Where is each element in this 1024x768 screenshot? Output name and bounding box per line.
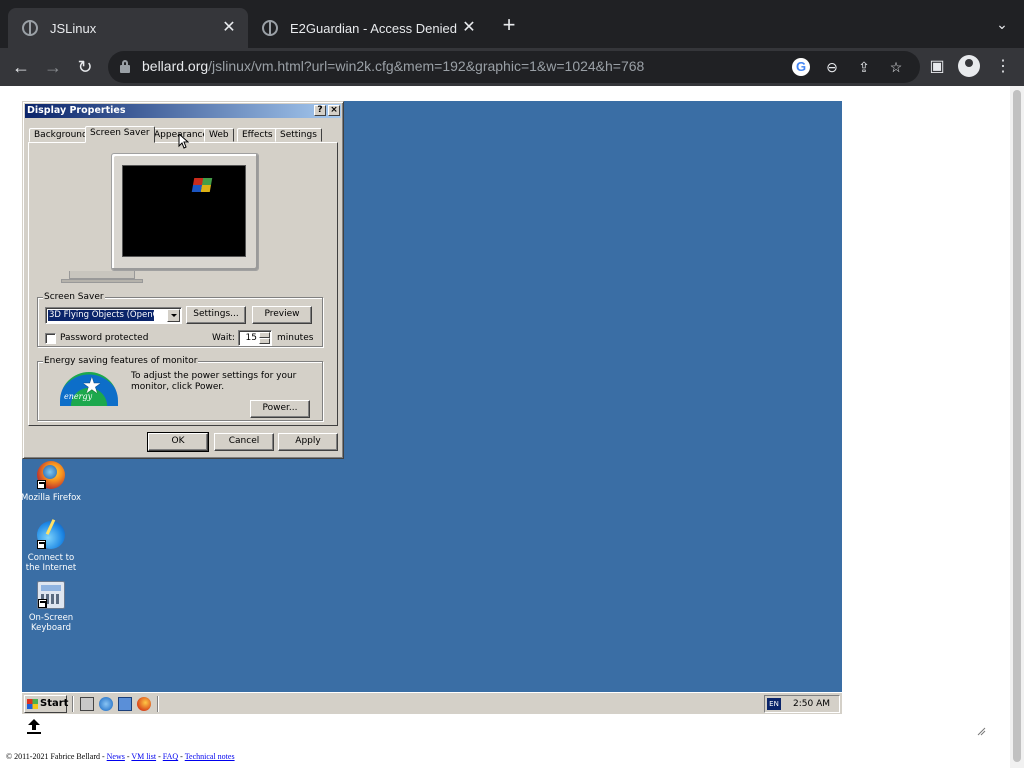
energy-description: To adjust the power settings for your mo…: [131, 371, 297, 392]
reload-button[interactable]: ↻: [72, 54, 98, 80]
internet-explorer-icon[interactable]: [99, 697, 113, 711]
keyboard-icon: [37, 581, 65, 609]
tab-title: JSLinux: [50, 20, 97, 36]
share-icon[interactable]: ⇪: [854, 57, 874, 77]
tab-e2guardian[interactable]: E2Guardian - Access Denied ✕: [248, 8, 488, 48]
kebab-menu-icon[interactable]: ⋮: [990, 54, 1016, 80]
tab-search-chevron-down-icon[interactable]: ⌄: [992, 14, 1012, 34]
tab-strip: JSLinux ✕ E2Guardian - Access Denied ✕ +…: [0, 0, 1024, 48]
taskbar-separator: [72, 696, 74, 712]
dropdown-arrow-icon[interactable]: [167, 309, 180, 322]
faq-link[interactable]: FAQ: [163, 752, 178, 761]
desktop-icon-connect[interactable]: Connect to the Internet: [22, 521, 82, 573]
forward-button[interactable]: →: [40, 54, 66, 80]
wait-unit: minutes: [277, 333, 314, 343]
back-button[interactable]: ←: [8, 54, 34, 80]
close-tab-icon[interactable]: ✕: [220, 19, 238, 37]
vm-screen[interactable]: Mozilla Firefox Connect to the Internet …: [22, 101, 842, 714]
selected-screen-saver: 3D Flying Objects (OpenGL): [47, 309, 155, 322]
start-button[interactable]: Start: [24, 695, 69, 713]
close-tab-icon[interactable]: ✕: [460, 19, 478, 37]
wait-spinner[interactable]: 15: [238, 330, 272, 346]
help-button[interactable]: ?: [314, 105, 326, 116]
clock[interactable]: 2:50 AM: [793, 696, 830, 712]
energy-group: Energy saving features of monitor ★ ener…: [37, 355, 323, 421]
page-footer: © 2011-2021 Fabrice Bellard - News - VM …: [6, 752, 235, 761]
system-tray: EN 2:50 AM: [764, 695, 840, 713]
globe-icon: [262, 20, 278, 36]
outlook-express-icon[interactable]: [118, 697, 132, 711]
desktop-icon-osk[interactable]: On-Screen Keyboard: [22, 581, 82, 633]
monitor-preview: [111, 153, 259, 271]
group-label: Screen Saver: [43, 291, 105, 303]
screen-saver-panel: Screen Saver 3D Flying Objects (OpenGL) …: [28, 142, 338, 426]
group-label: Energy saving features of monitor: [43, 355, 199, 367]
wait-value: 15: [245, 333, 257, 343]
desktop-icon-label: Mozilla Firefox: [22, 493, 82, 503]
spin-down-icon[interactable]: [259, 338, 270, 344]
power-button[interactable]: Power...: [250, 400, 310, 418]
windows-logo-icon: [27, 699, 38, 709]
close-button[interactable]: ×: [328, 105, 340, 116]
scrollbar-thumb[interactable]: [1013, 90, 1021, 762]
taskbar: Start EN 2:50 AM: [22, 692, 842, 714]
start-label: Start: [40, 698, 69, 709]
bookmark-star-icon[interactable]: ☆: [886, 57, 906, 77]
desktop-icon-label: On-Screen Keyboard: [28, 613, 74, 633]
firefox-icon: [37, 461, 65, 489]
address-bar[interactable]: bellard.org/jslinux/vm.html?url=win2k.cf…: [108, 51, 920, 83]
language-indicator[interactable]: EN: [767, 698, 781, 710]
monitor-stand: [69, 271, 135, 279]
windows-logo-icon: [191, 178, 213, 192]
vm-list-link[interactable]: VM list: [131, 752, 156, 761]
resize-grip-icon[interactable]: [976, 726, 986, 736]
lock-icon[interactable]: [120, 60, 130, 73]
monitor-foot: [61, 279, 143, 283]
technical-notes-link[interactable]: Technical notes: [185, 752, 235, 761]
firefox-icon[interactable]: [137, 697, 151, 711]
page-scrollbar[interactable]: [1010, 86, 1024, 768]
preview-button[interactable]: Preview: [252, 306, 312, 324]
dialog-titlebar[interactable]: Display Properties ? ×: [25, 104, 341, 118]
tab-effects[interactable]: Effects: [237, 128, 278, 142]
password-checkbox[interactable]: [45, 333, 56, 344]
url-text[interactable]: bellard.org/jslinux/vm.html?url=win2k.cf…: [142, 58, 644, 74]
desktop-icon-firefox[interactable]: Mozilla Firefox: [22, 461, 82, 503]
energy-logo-text: energy: [64, 392, 93, 401]
upload-icon[interactable]: [24, 716, 44, 736]
news-link[interactable]: News: [107, 752, 125, 761]
dialog-title: Display Properties: [27, 105, 126, 116]
globe-icon: [22, 20, 38, 36]
browser-toolbar: ← → ↻ bellard.org/jslinux/vm.html?url=wi…: [0, 48, 1024, 86]
display-properties-dialog: Display Properties ? × Background Screen…: [22, 101, 344, 459]
tab-title: E2Guardian - Access Denied: [290, 20, 457, 36]
password-label: Password protected: [60, 333, 149, 343]
desktop-icon-label: Connect to the Internet: [25, 553, 77, 573]
zoom-out-icon[interactable]: ⊖: [822, 57, 842, 77]
side-panel-icon[interactable]: ▣: [924, 54, 950, 80]
ok-button[interactable]: OK: [147, 432, 209, 452]
google-icon[interactable]: G: [792, 58, 810, 76]
tab-settings[interactable]: Settings: [275, 128, 322, 142]
new-tab-button[interactable]: +: [498, 14, 520, 36]
screen-saver-group: Screen Saver 3D Flying Objects (OpenGL) …: [37, 291, 323, 347]
apply-button[interactable]: Apply: [278, 433, 338, 451]
tab-web[interactable]: Web: [204, 128, 234, 142]
wait-label: Wait:: [212, 333, 235, 343]
show-desktop-icon[interactable]: [80, 697, 94, 711]
taskbar-separator: [157, 696, 159, 712]
connect-internet-icon: [37, 521, 65, 549]
tab-background[interactable]: Background: [29, 128, 93, 142]
settings-button[interactable]: Settings...: [186, 306, 246, 324]
profile-icon[interactable]: [958, 55, 980, 77]
screen-saver-select[interactable]: 3D Flying Objects (OpenGL): [45, 307, 182, 324]
page-content: Mozilla Firefox Connect to the Internet …: [0, 86, 1024, 768]
energy-star-logo: ★ energy: [60, 372, 118, 406]
tab-jslinux[interactable]: JSLinux ✕: [8, 8, 248, 48]
copyright-text: © 2011-2021 Fabrice Bellard -: [6, 752, 107, 761]
preview-screen: [122, 165, 246, 257]
tab-screen-saver[interactable]: Screen Saver: [85, 126, 155, 143]
cancel-button[interactable]: Cancel: [214, 433, 274, 451]
